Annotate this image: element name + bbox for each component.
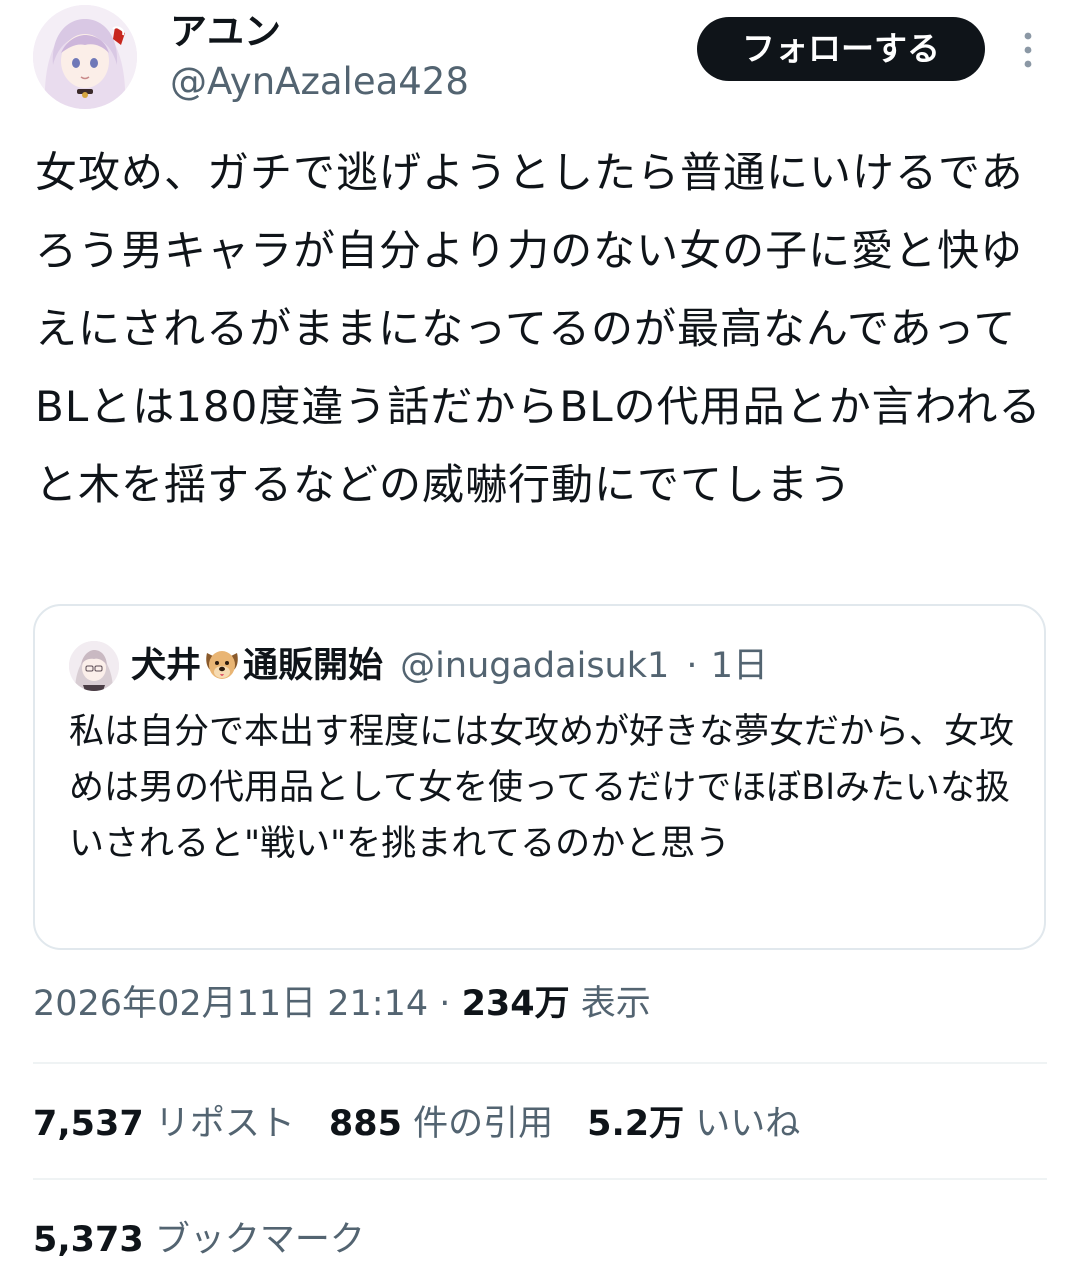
likes-label: いいね xyxy=(695,1104,801,1144)
divider-bottom xyxy=(33,1178,1047,1180)
quote-age[interactable]: 1日 xyxy=(711,646,768,686)
reposts-count: 7,537 xyxy=(33,1104,144,1144)
quotes-label: 件の引用 xyxy=(413,1104,554,1144)
more-options-button[interactable] xyxy=(1008,28,1048,72)
bookmarks-count: 5,373 xyxy=(33,1220,144,1260)
engagement-stats: 7,537 リポスト 885 件の引用 5.2万 いいね xyxy=(33,1096,834,1152)
bookmarks-label: ブックマーク xyxy=(154,1220,365,1260)
quotes-count: 885 xyxy=(328,1104,402,1144)
tweet-text: 女攻め、ガチで逃げようとしたら普通にいけるであろう男キャラが自分より力のない女の… xyxy=(35,148,1042,509)
views-count: 234万 xyxy=(461,984,570,1024)
author-avatar[interactable] xyxy=(33,5,137,109)
follow-button[interactable]: フォローする xyxy=(697,17,985,81)
quote-text: 私は自分で本出す程度には女攻めが好きな夢女だから、女攻めは男の代用品として女を使… xyxy=(69,712,1015,864)
quote-handle[interactable]: @inugadaisuk1 xyxy=(400,646,669,686)
anime-girl-avatar-icon xyxy=(33,5,137,109)
timestamp-separator: · xyxy=(439,984,451,1024)
author-display-name[interactable]: アユン xyxy=(170,8,281,56)
tweet-timestamp[interactable]: 2026年02月11日 21:14 xyxy=(33,984,428,1024)
quote-separator: · xyxy=(686,646,698,686)
author-handle[interactable]: @AynAzalea428 xyxy=(170,58,469,106)
reposts-stat[interactable]: 7,537 リポスト xyxy=(33,1096,295,1152)
quote-author-name-part2: 通販開始 xyxy=(243,646,384,686)
likes-stat[interactable]: 5.2万 いいね xyxy=(587,1096,800,1152)
quote-author-avatar[interactable] xyxy=(69,641,119,691)
likes-count: 5.2万 xyxy=(587,1104,685,1144)
timestamp-row: 2026年02月11日 21:14 · 234万 表示 xyxy=(33,976,651,1032)
anime-boy-avatar-icon xyxy=(69,641,119,691)
quotes-stat[interactable]: 885 件の引用 xyxy=(329,1096,553,1152)
dog-face-icon xyxy=(206,651,238,679)
more-vertical-icon xyxy=(1024,32,1032,68)
quote-author-name-part1: 犬井 xyxy=(131,646,202,686)
quoted-tweet-card[interactable]: 犬井 通販開始 @inugadaisuk1 · 1日 私は自分で本出す程度には女… xyxy=(33,604,1046,950)
reposts-label: リポスト xyxy=(154,1104,295,1144)
quote-header: 犬井 通販開始 @inugadaisuk1 · 1日 xyxy=(131,638,768,694)
quote-author-name[interactable]: 犬井 通販開始 xyxy=(131,646,383,686)
views-label: 表示 xyxy=(580,984,651,1024)
bookmarks-stat[interactable]: 5,373 ブックマーク xyxy=(33,1212,365,1268)
divider-top xyxy=(33,1062,1047,1064)
